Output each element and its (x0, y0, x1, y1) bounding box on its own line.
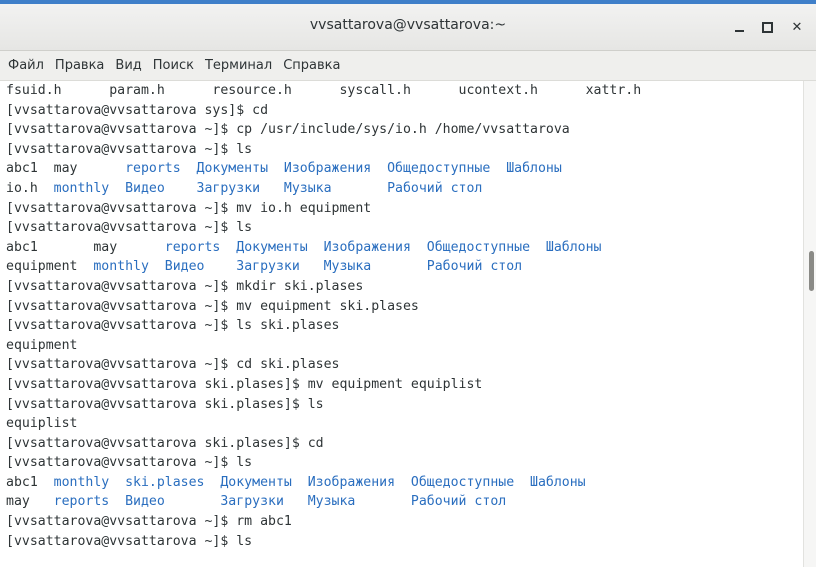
close-button[interactable]: ✕ (784, 14, 810, 40)
terminal-text: [vvsattarova@vvsattarova ~]$ ls ski.plas… (6, 318, 340, 334)
terminal-line: equipment (6, 336, 803, 356)
menu-view[interactable]: Вид (115, 56, 141, 75)
maximize-icon (761, 21, 773, 33)
terminal-line: [vvsattarova@vvsattarova ski.plases]$ ls (6, 395, 803, 415)
close-icon: ✕ (791, 19, 803, 35)
terminal-line: [vvsattarova@vvsattarova ~]$ ls ski.plas… (6, 316, 803, 336)
minimize-button[interactable] (726, 14, 752, 40)
terminal-text: fsuid.h param.h resource.h syscall.h uco… (6, 83, 642, 98)
terminal-text: [vvsattarova@vvsattarova ~]$ mv equipmen… (6, 298, 419, 314)
terminal-text: [vvsattarova@vvsattarova ~]$ ls (6, 533, 253, 549)
directory-listing-text: monthly Видео Загрузки Музыка Рабочий ст… (93, 259, 523, 275)
directory-listing-text: reports Документы Изображения Общедоступ… (164, 239, 602, 255)
terminal-text: abc1 may (6, 161, 126, 177)
directory-listing-text: monthly ski.plases Документы Изображения… (53, 474, 586, 490)
terminal-line: equiplist (6, 414, 803, 434)
terminal-text: [vvsattarova@vvsattarova ski.plases]$ ls (6, 396, 324, 412)
window-title: vvsattarova@vvsattarova:~ (309, 17, 507, 33)
terminal-text: may (6, 494, 54, 510)
terminal-line: [vvsattarova@vvsattarova ~]$ mv equipmen… (6, 297, 803, 317)
terminal-text: io.h (6, 180, 54, 196)
terminal-line: abc1 may reports Документы Изображения О… (6, 159, 803, 179)
directory-listing-text: monthly Видео Загрузки Музыка Рабочий ст… (53, 180, 483, 196)
terminal-text: abc1 (6, 474, 54, 490)
terminal-line: may reports Видео Загрузки Музыка Рабочи… (6, 492, 803, 512)
terminal-text: [vvsattarova@vvsattarova ~]$ mv io.h equ… (6, 200, 372, 216)
directory-listing-text: reports Документы Изображения Общедоступ… (125, 161, 562, 177)
terminal-line: [vvsattarova@vvsattarova ~]$ ls (6, 218, 803, 238)
terminal-window: vvsattarova@vvsattarova:~ ✕ Файл Правка … (0, 0, 816, 567)
maximize-button[interactable] (754, 14, 780, 40)
menu-bar: Файл Правка Вид Поиск Терминал Справка (0, 51, 816, 81)
terminal-line: [vvsattarova@vvsattarova ~]$ cd ski.plas… (6, 355, 803, 375)
terminal-text: [vvsattarova@vvsattarova ~]$ ls (6, 141, 253, 157)
terminal-text: [vvsattarova@vvsattarova ~]$ ls (6, 455, 253, 471)
menu-help[interactable]: Справка (283, 56, 340, 75)
terminal-line: [vvsattarova@vvsattarova ~]$ rm abc1 (6, 512, 803, 532)
terminal-text: equipment (6, 337, 78, 353)
terminal-text: [vvsattarova@vvsattarova sys]$ cd (6, 102, 269, 118)
title-bar[interactable]: vvsattarova@vvsattarova:~ ✕ (0, 4, 816, 51)
terminal-line: abc1 monthly ski.plases Документы Изобра… (6, 473, 803, 493)
minimize-icon (734, 30, 744, 32)
terminal-line: [vvsattarova@vvsattarova ~]$ mkdir ski.p… (6, 277, 803, 297)
terminal-output[interactable]: fsuid.h param.h resource.h syscall.h uco… (0, 81, 803, 567)
terminal-text: equipment (6, 259, 94, 275)
terminal-text: [vvsattarova@vvsattarova ski.plases]$ mv… (6, 376, 483, 392)
terminal-line: [vvsattarova@vvsattarova sys]$ cd (6, 101, 803, 121)
terminal-line: [vvsattarova@vvsattarova ski.plases]$ cd (6, 434, 803, 454)
terminal-text: abc1 may (6, 239, 165, 255)
terminal-text: [vvsattarova@vvsattarova ~]$ cd ski.plas… (6, 357, 340, 373)
terminal-text: [vvsattarova@vvsattarova ~]$ mkdir ski.p… (6, 278, 364, 294)
scrollbar-thumb[interactable] (809, 251, 814, 291)
terminal-line: io.h monthly Видео Загрузки Музыка Рабоч… (6, 179, 803, 199)
terminal-line: [vvsattarova@vvsattarova ~]$ mv io.h equ… (6, 199, 803, 219)
terminal-line: [vvsattarova@vvsattarova ~]$ cp /usr/inc… (6, 120, 803, 140)
terminal-text: [vvsattarova@vvsattarova ~]$ cp /usr/inc… (6, 122, 570, 138)
menu-edit[interactable]: Правка (55, 56, 104, 75)
terminal-line: [vvsattarova@vvsattarova ~]$ ls (6, 532, 803, 552)
vertical-scrollbar[interactable] (803, 81, 816, 567)
directory-listing-text: reports Видео Загрузки Музыка Рабочий ст… (53, 494, 507, 510)
terminal-line: fsuid.h param.h resource.h syscall.h uco… (6, 81, 803, 101)
terminal-text: [vvsattarova@vvsattarova ~]$ ls (6, 220, 253, 236)
terminal-text: [vvsattarova@vvsattarova ~]$ rm abc1 (6, 514, 292, 530)
terminal-line: [vvsattarova@vvsattarova ski.plases]$ mv… (6, 375, 803, 395)
menu-terminal[interactable]: Терминал (205, 56, 272, 75)
terminal-line: [vvsattarova@vvsattarova ~]$ ls (6, 453, 803, 473)
terminal-text: equiplist (6, 416, 78, 432)
terminal-line: [vvsattarova@vvsattarova ~]$ ls (6, 140, 803, 160)
terminal-text: [vvsattarova@vvsattarova ski.plases]$ cd (6, 435, 324, 451)
menu-file[interactable]: Файл (8, 56, 44, 75)
menu-search[interactable]: Поиск (153, 56, 194, 75)
terminal-line: abc1 may reports Документы Изображения О… (6, 238, 803, 258)
terminal-line: equipment monthly Видео Загрузки Музыка … (6, 257, 803, 277)
